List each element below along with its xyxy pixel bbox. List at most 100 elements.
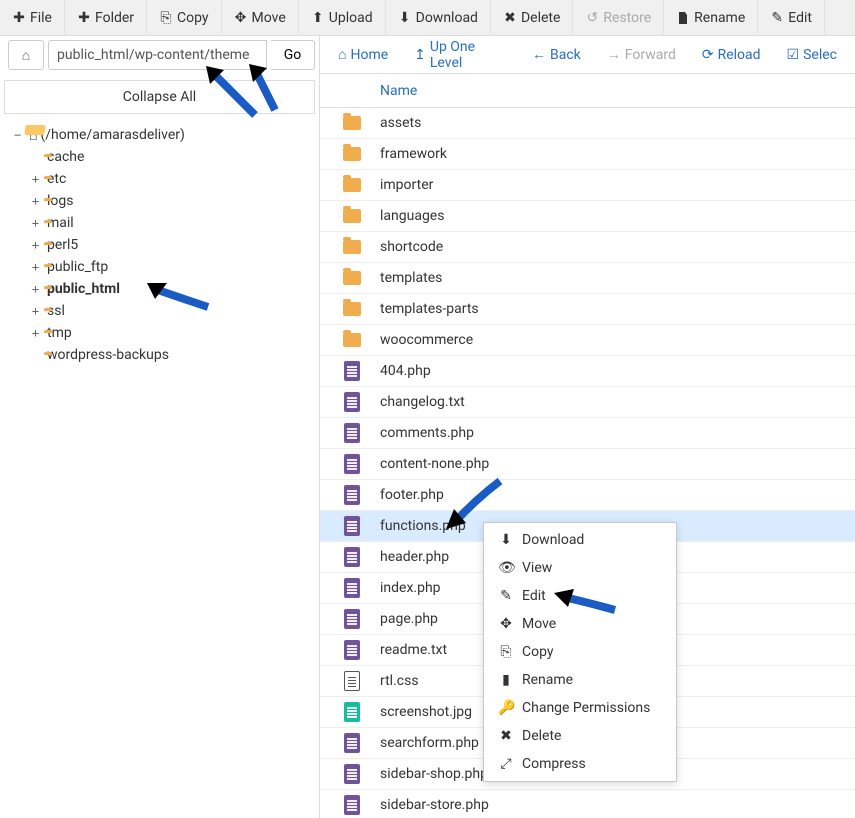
download-label: Download <box>416 10 478 26</box>
tree-item-tmp[interactable]: +tmp <box>12 322 311 344</box>
file-row[interactable]: 404.php <box>320 356 855 387</box>
tree-item-mail[interactable]: +mail <box>12 212 311 234</box>
nav-reload-label: Reload <box>718 47 761 63</box>
file-row[interactable]: content-none.php <box>320 449 855 480</box>
file-row[interactable]: comments.php <box>320 418 855 449</box>
file-row[interactable]: shortcode <box>320 232 855 263</box>
ctx-edit[interactable]: ✎Edit <box>484 582 676 610</box>
file-name: header.php <box>376 549 449 565</box>
up-icon: ↥ <box>414 47 426 63</box>
file-row[interactable]: templates-parts <box>320 294 855 325</box>
file-name: templates-parts <box>376 301 479 317</box>
folder-icon <box>343 178 361 192</box>
restore-button[interactable]: ↺Restore <box>573 0 664 36</box>
code-file-icon <box>344 795 360 815</box>
expand-icon[interactable]: + <box>30 172 41 186</box>
ctx-move[interactable]: ✥Move <box>484 610 676 638</box>
file-name: page.php <box>376 611 438 627</box>
download-button[interactable]: ⬇Download <box>386 0 491 36</box>
file-row[interactable]: templates <box>320 263 855 294</box>
tree-item-ssl[interactable]: + ssl <box>12 300 311 322</box>
file-row[interactable]: framework <box>320 139 855 170</box>
file-row[interactable]: languages <box>320 201 855 232</box>
home-path-button[interactable]: ⌂ <box>8 40 44 70</box>
file-name: framework <box>376 146 447 162</box>
nav-home[interactable]: ⌂Home <box>328 40 398 70</box>
expand-icon[interactable]: + <box>30 238 41 252</box>
file-name: comments.php <box>376 425 474 441</box>
ctx-copy[interactable]: ⎘Copy <box>484 638 676 666</box>
ctx-perms[interactable]: 🔑Change Permissions <box>484 694 676 722</box>
tree-item-wordpress-backups[interactable]: wordpress-backups <box>12 344 311 366</box>
copy-icon: ⎘ <box>498 644 514 660</box>
expand-icon[interactable]: + <box>30 194 41 208</box>
folder-button[interactable]: ✚Folder <box>65 0 147 36</box>
tree-item-logs[interactable]: +logs <box>12 190 311 212</box>
code-file-icon <box>344 516 360 536</box>
copy-button[interactable]: ⎘Copy <box>147 0 222 36</box>
file-row[interactable]: changelog.txt <box>320 387 855 418</box>
tree-item-etc[interactable]: +etc <box>12 168 311 190</box>
file-name: assets <box>376 115 421 131</box>
file-name: content-none.php <box>376 456 489 472</box>
tree-item-label: ssl <box>47 303 65 319</box>
move-label: Move <box>252 10 286 26</box>
column-header-name[interactable]: Name <box>320 74 855 108</box>
file-name: woocommerce <box>376 332 473 348</box>
nav-back[interactable]: ←Back <box>522 40 591 70</box>
tree-item-public_ftp[interactable]: +public_ftp <box>12 256 311 278</box>
nav-forward[interactable]: →Forward <box>597 40 686 70</box>
delete-icon: ✖ <box>498 728 514 744</box>
folder-icon <box>343 271 361 285</box>
nav-select[interactable]: ☑Selec <box>777 40 847 70</box>
nav-reload[interactable]: ⟳Reload <box>692 40 771 70</box>
ctx-download[interactable]: ⬇Download <box>484 526 676 554</box>
left-panel: ⌂ Go Collapse All − ⌂ (/home/amarasdeliv… <box>0 36 320 818</box>
tree-item-perl5[interactable]: +perl5 <box>12 234 311 256</box>
expand-icon[interactable]: + <box>30 304 41 318</box>
back-icon: ← <box>532 46 546 63</box>
file-name: changelog.txt <box>376 394 465 410</box>
path-input[interactable] <box>48 40 267 70</box>
move-icon: ✥ <box>498 616 514 632</box>
file-button[interactable]: ✚File <box>0 0 65 36</box>
ctx-rename[interactable]: ▮Rename <box>484 666 676 694</box>
restore-icon: ↺ <box>585 11 599 25</box>
expand-icon[interactable]: + <box>30 260 41 274</box>
file-row[interactable]: woocommerce <box>320 325 855 356</box>
image-file-icon <box>344 702 360 722</box>
go-button[interactable]: Go <box>271 40 315 70</box>
tree-item-public_html[interactable]: +public_html <box>12 278 311 300</box>
collapse-all-button[interactable]: Collapse All <box>4 80 315 114</box>
file-row[interactable]: sidebar-store.php <box>320 790 855 818</box>
code-file-icon <box>344 547 360 567</box>
code-file-icon <box>344 361 360 381</box>
file-name: templates <box>376 270 442 286</box>
ctx-compress[interactable]: ⤢Compress <box>484 750 676 778</box>
rename-button[interactable]: Rename <box>664 0 758 36</box>
ctx-delete[interactable]: ✖Delete <box>484 722 676 750</box>
file-row[interactable]: importer <box>320 170 855 201</box>
file-name: searchform.php <box>376 735 479 751</box>
folder-icon <box>343 302 361 316</box>
tree-item-cache[interactable]: cache <box>12 146 311 168</box>
ctx-view[interactable]: 👁View <box>484 554 676 582</box>
edit-button[interactable]: ✎Edit <box>758 0 825 36</box>
nav-up-label: Up One Level <box>430 39 506 71</box>
tree-root[interactable]: − ⌂ (/home/amarasdeliver) <box>12 124 311 146</box>
nav-up[interactable]: ↥Up One Level <box>404 40 516 70</box>
delete-button[interactable]: ✖Delete <box>491 0 573 36</box>
expand-icon[interactable]: + <box>30 216 41 230</box>
file-row[interactable]: footer.php <box>320 480 855 511</box>
collapse-icon[interactable]: − <box>12 128 23 142</box>
upload-button[interactable]: ⬆Upload <box>299 0 386 36</box>
expand-icon[interactable]: + <box>30 282 41 296</box>
copy-icon: ⎘ <box>159 11 173 25</box>
move-button[interactable]: ✥Move <box>222 0 299 36</box>
rename-icon <box>676 11 690 25</box>
code-file-icon <box>344 392 360 412</box>
expand-icon[interactable]: + <box>30 326 41 340</box>
file-label: File <box>30 10 52 26</box>
tree-item-label: cache <box>47 149 84 165</box>
file-row[interactable]: assets <box>320 108 855 139</box>
